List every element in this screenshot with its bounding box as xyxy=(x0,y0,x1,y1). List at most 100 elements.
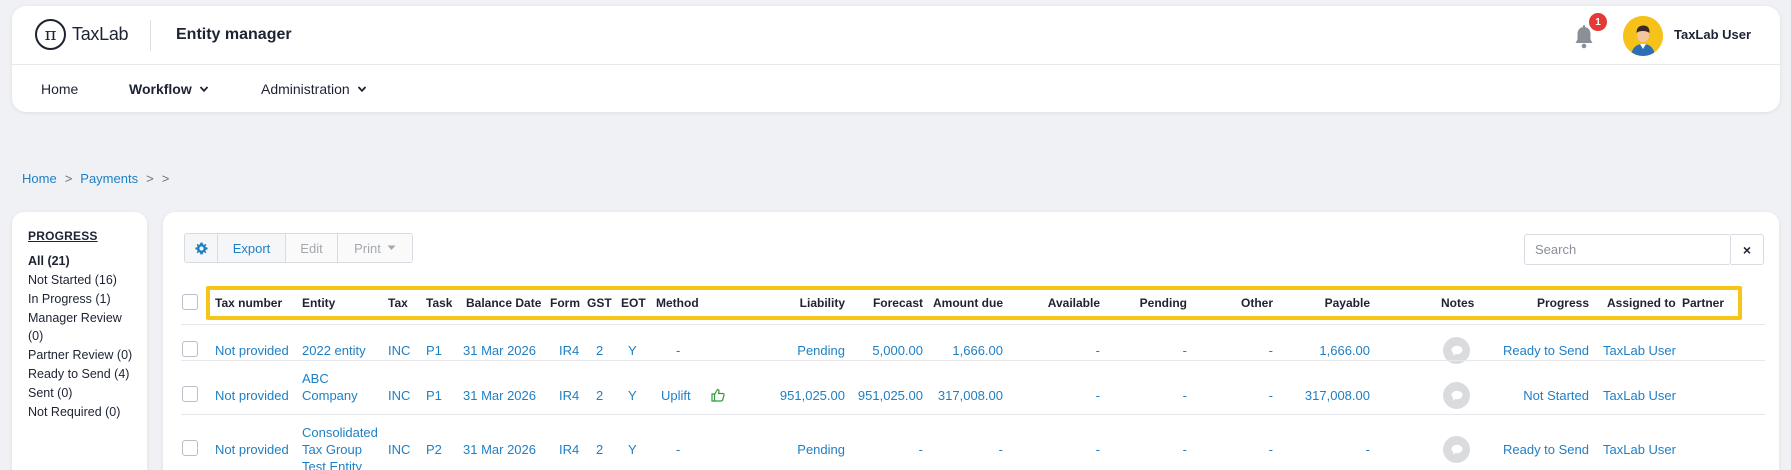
cell-tax[interactable]: INC xyxy=(388,441,410,458)
cell-tax[interactable]: INC xyxy=(388,342,410,359)
cell-entity[interactable]: ABC Company xyxy=(302,370,384,404)
cell-forecast[interactable]: 5,000.00 xyxy=(843,342,923,359)
col-partner[interactable]: Partner xyxy=(1682,296,1724,310)
cell-balance-date[interactable]: 31 Mar 2026 xyxy=(463,387,536,404)
nav-administration[interactable]: Administration xyxy=(261,81,367,97)
user-avatar[interactable] xyxy=(1623,16,1663,56)
cell-task[interactable]: P1 xyxy=(426,387,442,404)
cell-form[interactable]: IR4 xyxy=(559,441,579,458)
select-all-checkbox[interactable] xyxy=(182,294,198,310)
nav-workflow[interactable]: Workflow xyxy=(129,81,209,97)
cell-tax[interactable]: INC xyxy=(388,387,410,404)
page-title: Entity manager xyxy=(176,26,292,43)
cell-progress[interactable]: Ready to Send xyxy=(1463,441,1589,458)
cell-method[interactable]: - xyxy=(676,342,680,359)
cell-amount-due[interactable]: - xyxy=(903,441,1003,458)
row-checkbox[interactable] xyxy=(182,440,198,456)
col-entity[interactable]: Entity xyxy=(302,296,335,310)
cell-tax-number[interactable]: Not provided xyxy=(215,441,289,458)
cell-amount-due[interactable]: 317,008.00 xyxy=(903,387,1003,404)
cell-assigned-to[interactable]: TaxLab User xyxy=(1603,441,1676,458)
cell-assigned-to[interactable]: TaxLab User xyxy=(1603,342,1676,359)
edit-button[interactable]: Edit xyxy=(286,234,338,262)
col-available[interactable]: Available xyxy=(1013,296,1100,310)
col-eot[interactable]: EOT xyxy=(621,296,646,310)
col-task[interactable]: Task xyxy=(426,296,452,310)
search-input[interactable] xyxy=(1524,234,1731,265)
col-form[interactable]: Form xyxy=(550,296,580,310)
cell-gst[interactable]: 2 xyxy=(596,387,603,404)
cell-eot[interactable]: Y xyxy=(628,342,637,359)
col-assigned-to[interactable]: Assigned to xyxy=(1607,296,1676,310)
cell-amount-due[interactable]: 1,666.00 xyxy=(923,342,1003,359)
col-pending[interactable]: Pending xyxy=(1103,296,1187,310)
breadcrumb-home[interactable]: Home xyxy=(22,171,57,186)
cell-other[interactable]: - xyxy=(1193,387,1273,404)
cell-gst[interactable]: 2 xyxy=(596,441,603,458)
cell-available[interactable]: - xyxy=(1013,342,1100,359)
cell-tax-number[interactable]: Not provided xyxy=(215,387,289,404)
cell-entity[interactable]: 2022 entity xyxy=(302,342,366,359)
settings-button[interactable] xyxy=(185,234,218,262)
cell-liability[interactable]: Pending xyxy=(723,441,845,458)
cell-balance-date[interactable]: 31 Mar 2026 xyxy=(463,342,536,359)
cell-other[interactable]: - xyxy=(1193,342,1273,359)
cell-payable[interactable]: - xyxy=(1273,441,1370,458)
cell-method[interactable]: Uplift xyxy=(661,387,691,404)
cell-eot[interactable]: Y xyxy=(628,441,637,458)
clear-search-button[interactable]: × xyxy=(1731,234,1764,265)
progress-filter-not-started[interactable]: Not Started (16) xyxy=(28,271,140,289)
cell-liability[interactable]: 951,025.00 xyxy=(723,387,845,404)
cell-available[interactable]: - xyxy=(1013,387,1100,404)
caret-down-icon xyxy=(387,245,396,250)
progress-filter-sent[interactable]: Sent (0) xyxy=(28,384,140,402)
col-payable[interactable]: Payable xyxy=(1273,296,1370,310)
cell-balance-date[interactable]: 31 Mar 2026 xyxy=(463,441,536,458)
cell-available[interactable]: - xyxy=(1013,441,1100,458)
cell-progress[interactable]: Ready to Send xyxy=(1463,342,1589,359)
col-amount-due[interactable]: Amount due xyxy=(903,296,1003,310)
cell-other[interactable]: - xyxy=(1193,441,1273,458)
row-checkbox[interactable] xyxy=(182,386,198,402)
payments-table-panel: Export Edit Print × Tax number Entity Ta… xyxy=(163,212,1779,470)
col-balance-date[interactable]: Balance Date xyxy=(466,296,541,310)
progress-filter-ready-to-send[interactable]: Ready to Send (4) xyxy=(28,365,140,383)
col-tax[interactable]: Tax xyxy=(388,296,408,310)
col-gst[interactable]: GST xyxy=(587,296,612,310)
cell-assigned-to[interactable]: TaxLab User xyxy=(1603,387,1676,404)
progress-filter-not-required[interactable]: Not Required (0) xyxy=(28,403,140,421)
cell-entity[interactable]: Consolidated Tax Group Test Entity xyxy=(302,424,384,470)
row-checkbox[interactable] xyxy=(182,341,198,357)
export-button[interactable]: Export xyxy=(218,234,286,262)
taxlab-logo[interactable]: π TaxLab xyxy=(35,19,129,50)
print-dropdown-button[interactable]: Print xyxy=(338,234,412,262)
cell-pending[interactable]: - xyxy=(1103,387,1187,404)
col-notes[interactable]: Notes xyxy=(1441,296,1474,310)
user-name[interactable]: TaxLab User xyxy=(1674,27,1751,42)
progress-filter-all[interactable]: All (21) xyxy=(28,252,140,270)
breadcrumb-payments[interactable]: Payments xyxy=(80,171,138,186)
cell-method[interactable]: - xyxy=(676,441,680,458)
cell-progress[interactable]: Not Started xyxy=(1463,387,1589,404)
cell-gst[interactable]: 2 xyxy=(596,342,603,359)
col-other[interactable]: Other xyxy=(1193,296,1273,310)
col-tax-number[interactable]: Tax number xyxy=(215,296,282,310)
cell-task[interactable]: P2 xyxy=(426,441,442,458)
nav-home[interactable]: Home xyxy=(41,81,78,97)
cell-payable[interactable]: 1,666.00 xyxy=(1273,342,1370,359)
col-progress[interactable]: Progress xyxy=(1483,296,1589,310)
cell-payable[interactable]: 317,008.00 xyxy=(1273,387,1370,404)
cell-form[interactable]: IR4 xyxy=(559,342,579,359)
chat-bubble-icon xyxy=(1451,444,1462,455)
col-liability[interactable]: Liability xyxy=(693,296,845,310)
cell-pending[interactable]: - xyxy=(1103,441,1187,458)
progress-filter-in-progress[interactable]: In Progress (1) xyxy=(28,290,140,308)
cell-tax-number[interactable]: Not provided xyxy=(215,342,289,359)
cell-eot[interactable]: Y xyxy=(628,387,637,404)
cell-form[interactable]: IR4 xyxy=(559,387,579,404)
progress-filter-manager-review[interactable]: Manager Review (0) xyxy=(28,309,140,345)
cell-pending[interactable]: - xyxy=(1103,342,1187,359)
progress-filter-partner-review[interactable]: Partner Review (0) xyxy=(28,346,140,364)
cell-liability[interactable]: Pending xyxy=(723,342,845,359)
cell-task[interactable]: P1 xyxy=(426,342,442,359)
